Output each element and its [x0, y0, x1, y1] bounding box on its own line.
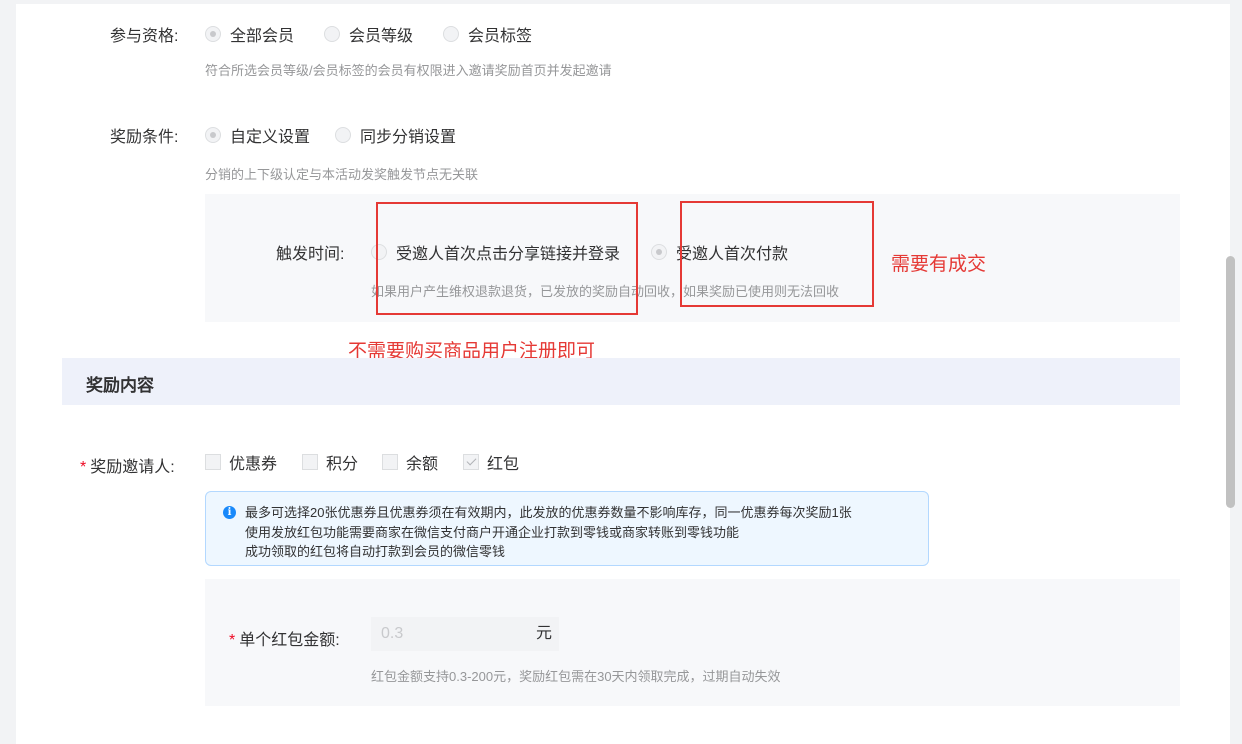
checkbox-icon [205, 454, 221, 470]
checkbox-icon [382, 454, 398, 470]
checkbox-checked-icon [463, 454, 479, 470]
reward-option-balance[interactable]: 余额 [382, 450, 438, 474]
eligibility-option-tag[interactable]: 会员标签 [443, 22, 532, 46]
radio-checked-icon [651, 244, 667, 260]
reward-option-red-packet[interactable]: 红包 [463, 450, 519, 474]
reward-info-notice: i 最多可选择20张优惠券且优惠券须在有效期内，此发放的优惠券数量不影响库存，同… [205, 491, 929, 566]
info-line: 最多可选择20张优惠券且优惠券须在有效期内，此发放的优惠券数量不影响库存，同一优… [245, 505, 852, 520]
radio-checked-icon [205, 127, 221, 143]
required-star-icon: * [229, 632, 236, 649]
reward-option-points[interactable]: 积分 [302, 450, 358, 474]
reward-condition-help: 分销的上下级认定与本活动发奖触发节点无关联 [205, 167, 479, 182]
info-line: 成功领取的红包将自动打款到会员的微信零钱 [245, 544, 506, 559]
info-line: 使用发放红包功能需要商家在微信支付商户开通企业打款到零钱或商家转账到零钱功能 [245, 525, 740, 540]
eligibility-label: 参与资格: [110, 28, 179, 45]
reward-condition-option-custom[interactable]: 自定义设置 [205, 123, 310, 147]
radio-checked-icon [205, 26, 221, 42]
trigger-label: 触发时间: [276, 246, 345, 263]
eligibility-option-level[interactable]: 会员等级 [324, 22, 413, 46]
required-star-icon: * [80, 459, 87, 476]
radio-icon [335, 127, 351, 143]
annotation-box-payment [680, 201, 874, 307]
amount-help: 红包金额支持0.3-200元，奖励红包需在30天内领取完成，过期自动失效 [371, 669, 781, 684]
reward-option-coupon[interactable]: 优惠券 [205, 450, 277, 474]
annotation-need-deal: 需要有成交 [891, 254, 987, 275]
amount-label: * 单个红包金额: [229, 632, 340, 649]
inviter-label: * 奖励邀请人: [80, 459, 175, 476]
info-icon: i [223, 506, 236, 519]
red-packet-panel [205, 579, 1180, 706]
radio-icon [443, 26, 459, 42]
reward-condition-option-sync[interactable]: 同步分销设置 [335, 123, 456, 147]
eligibility-help: 符合所选会员等级/会员标签的会员有权限进入邀请奖励首页并发起邀请 [205, 63, 612, 78]
scrollbar-thumb[interactable] [1226, 256, 1235, 508]
reward-condition-label: 奖励条件: [110, 129, 179, 146]
checkbox-icon [302, 454, 318, 470]
amount-input[interactable]: 0.3 [371, 617, 529, 651]
reward-content-header: 奖励内容 [62, 358, 1180, 405]
eligibility-option-all[interactable]: 全部会员 [205, 22, 294, 46]
amount-unit: 元 [529, 617, 559, 651]
reward-content-title: 奖励内容 [86, 376, 154, 395]
annotation-box-click [376, 202, 638, 315]
radio-icon [324, 26, 340, 42]
